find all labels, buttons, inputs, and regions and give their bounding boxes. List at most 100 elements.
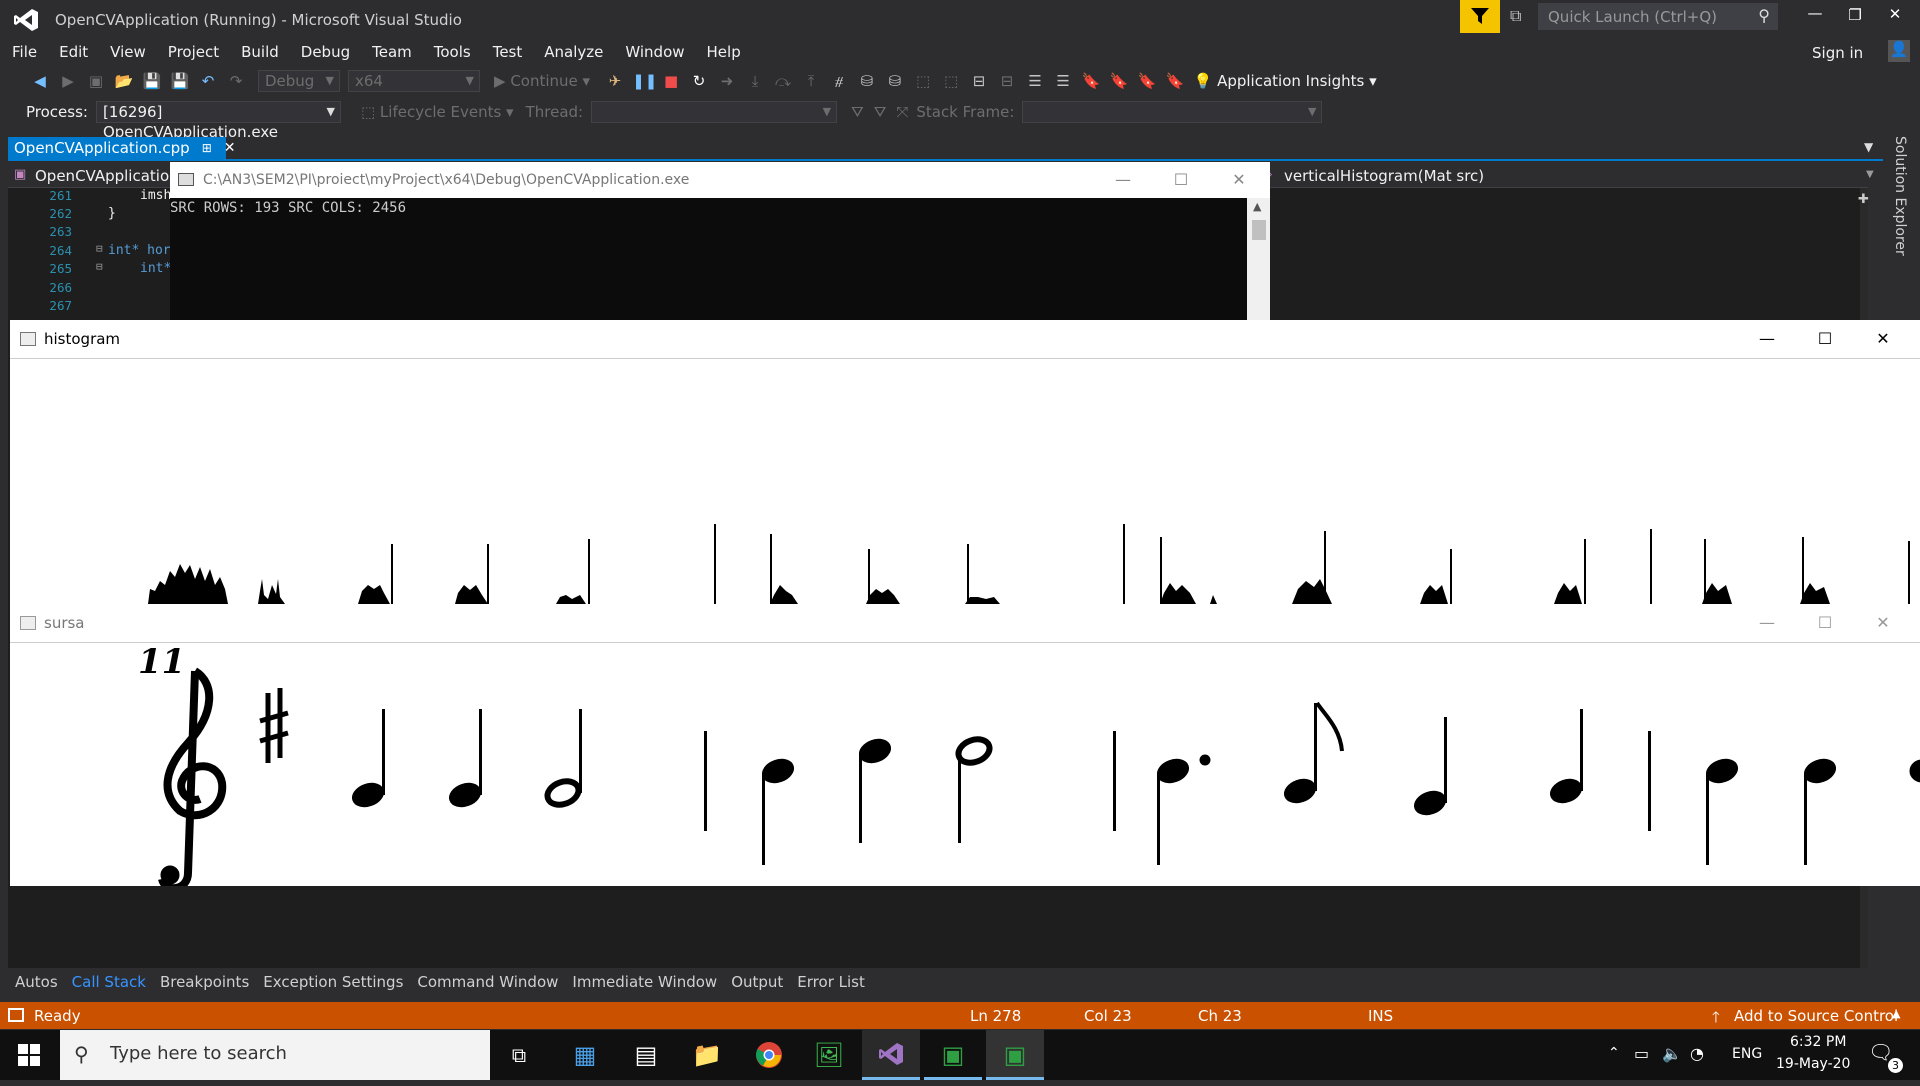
visual-studio-taskbar-icon[interactable] [862,1030,920,1080]
battery-icon[interactable]: ▭ [1634,1044,1649,1063]
lifecycle-events-button[interactable]: ⬚ Lifecycle Events ▾ [361,103,514,121]
scroll-up-icon[interactable]: ▲ [1253,200,1261,213]
split-editor-icon[interactable]: ✚ [1858,192,1869,207]
stop-debugging-icon[interactable]: ■ [660,71,682,91]
show-next-statement-icon[interactable]: ➜ [716,71,738,91]
quick-launch-input[interactable]: Quick Launch (Ctrl+Q) [1548,8,1717,26]
menu-file[interactable]: File [1,43,48,61]
document-tab[interactable]: OpenCVApplication.cpp ⊞ ✕ [8,137,236,159]
solution-explorer-tab[interactable]: Solution Explorer [1892,136,1908,256]
new-project-icon[interactable]: ▣ [85,71,107,91]
step-out-icon[interactable]: ⤒ [800,71,822,91]
diagnostics-icon[interactable]: ⬚ [940,71,962,91]
navigate-forward-icon[interactable]: ▶ [57,71,79,91]
feedback-filter-icon[interactable] [1460,0,1500,33]
show-hidden-icons-icon[interactable]: ⌃ [1608,1045,1620,1061]
menu-analyze[interactable]: Analyze [533,43,614,61]
menu-project[interactable]: Project [157,43,230,61]
application-insights-button[interactable]: Application Insights ▾ [1217,72,1377,90]
stack-frame-select[interactable]: ▼ [1022,101,1323,123]
account-avatar-icon[interactable]: 👤 [1888,40,1910,62]
tab-call-stack[interactable]: Call Stack [65,973,153,991]
menu-tools[interactable]: Tools [423,43,482,61]
histogram-maximize-button[interactable]: ☐ [1796,320,1854,358]
member-dropdown-icon[interactable]: ▼ [1866,169,1874,180]
sursa-close-button[interactable]: ✕ [1854,604,1912,642]
outdent-icon[interactable]: ☰ [1052,71,1074,91]
menu-view[interactable]: View [99,43,157,61]
console-window[interactable]: C:\AN3\SEM2\PI\proiect\myProject\x64\Deb… [170,162,1270,320]
hex-display-icon[interactable]: ⧣ [828,71,850,91]
opencv-window2-taskbar-icon[interactable]: ▣ [986,1030,1044,1080]
continue-button[interactable]: ▶ Continue ▾ [494,72,590,90]
sursa-minimize-button[interactable]: — [1738,604,1796,642]
attach-icon[interactable]: ✈ [604,71,626,91]
tab-autos[interactable]: Autos [8,973,65,991]
sursa-title-bar[interactable]: sursa — ☐ ✕ [10,604,1920,642]
tab-exception-settings[interactable]: Exception Settings [256,973,410,991]
taskbar-search-box[interactable]: ⚲ Type here to search [60,1030,490,1080]
menu-edit[interactable]: Edit [48,43,99,61]
menu-test[interactable]: Test [482,43,534,61]
collapse-marker-icon[interactable]: ⊟ [96,242,103,255]
console-title-bar[interactable]: C:\AN3\SEM2\PI\proiect\myProject\x64\Deb… [170,162,1270,198]
histogram-minimize-button[interactable]: — [1738,320,1796,358]
solution-configuration-select[interactable]: Debug ▼ [258,70,340,92]
calculator-app-icon[interactable]: ▤ [617,1030,675,1080]
sursa-maximize-button[interactable]: ☐ [1796,604,1854,642]
threads-icon[interactable]: ⛁ [856,71,878,91]
step-over-icon[interactable]: ⤼ [772,71,794,91]
memory-icon[interactable]: ⬚ [912,71,934,91]
prev-bookmark-icon[interactable]: 🔖 [1108,71,1130,91]
open-file-icon[interactable]: 📂 [113,71,135,91]
language-indicator[interactable]: ENG [1732,1046,1762,1062]
menu-build[interactable]: Build [230,43,290,61]
console-close-button[interactable]: ✕ [1210,162,1268,200]
flag-all-icon[interactable]: ⛛ [874,103,887,121]
add-to-source-control-button[interactable]: Add to Source Control [1734,1007,1898,1025]
task-view-icon[interactable]: ⧉ [490,1030,548,1080]
tab-immediate-window[interactable]: Immediate Window [565,973,724,991]
process-select[interactable]: [16296] OpenCVApplication.exe ▼ [95,101,341,141]
save-all-icon[interactable]: 💾 [169,71,191,91]
histogram-title-bar[interactable]: histogram — ☐ ✕ [10,320,1920,358]
clear-bookmarks-icon[interactable]: 🔖 [1164,71,1186,91]
project-scope-select[interactable]: OpenCVApplication [35,167,179,185]
tab-overflow-icon[interactable]: ▼ [1864,140,1873,154]
photo-app-icon[interactable]: 🖼 [800,1030,858,1080]
minimize-button[interactable]: — [1800,4,1830,22]
histogram-close-button[interactable]: ✕ [1854,320,1912,358]
app-insights-icon[interactable]: 💡 [1192,71,1214,91]
console-minimize-button[interactable]: — [1094,162,1152,200]
modules-icon[interactable]: ⛁ [884,71,906,91]
source-control-caret-icon[interactable]: ▲ [1892,1007,1900,1020]
menu-team[interactable]: Team [361,43,423,61]
chrome-app-icon[interactable] [740,1030,798,1080]
clock-time[interactable]: 6:32 PM [1790,1034,1846,1050]
restore-button[interactable]: ❐ [1840,6,1870,24]
opencv-window-taskbar-icon[interactable]: ▣ [924,1030,982,1080]
close-button[interactable]: ✕ [1880,5,1910,23]
source-control-up-icon[interactable]: 🡑 [1712,1007,1720,1032]
file-explorer-app-icon[interactable]: 📁 [678,1030,736,1080]
indent-icon[interactable]: ☰ [1024,71,1046,91]
histogram-window[interactable]: histogram — ☐ ✕ [10,320,1920,604]
tab-output[interactable]: Output [724,973,790,991]
notifications-icon[interactable]: ⧉ [1510,6,1521,26]
thread-select[interactable]: ▼ [591,101,838,123]
tab-error-list[interactable]: Error List [790,973,872,991]
menu-help[interactable]: Help [696,43,752,61]
redo-icon[interactable]: ↷ [225,71,247,91]
clock-date[interactable]: 19-May-20 [1776,1056,1850,1072]
search-icon[interactable]: ⚲ [1758,6,1770,25]
console-scrollbar[interactable]: ▲ [1247,198,1270,320]
break-all-icon[interactable]: ❚❚ [632,71,657,91]
wifi-icon[interactable]: ◔ [1690,1044,1704,1063]
save-icon[interactable]: 💾 [141,71,163,91]
flag-thread-icon[interactable]: ⛛ [851,103,864,121]
menu-debug[interactable]: Debug [290,43,361,61]
control-panel-app-icon[interactable]: ▦ [556,1030,614,1080]
tab-breakpoints[interactable]: Breakpoints [153,973,256,991]
restart-icon[interactable]: ↻ [688,71,710,91]
next-bookmark-icon[interactable]: 🔖 [1136,71,1158,91]
